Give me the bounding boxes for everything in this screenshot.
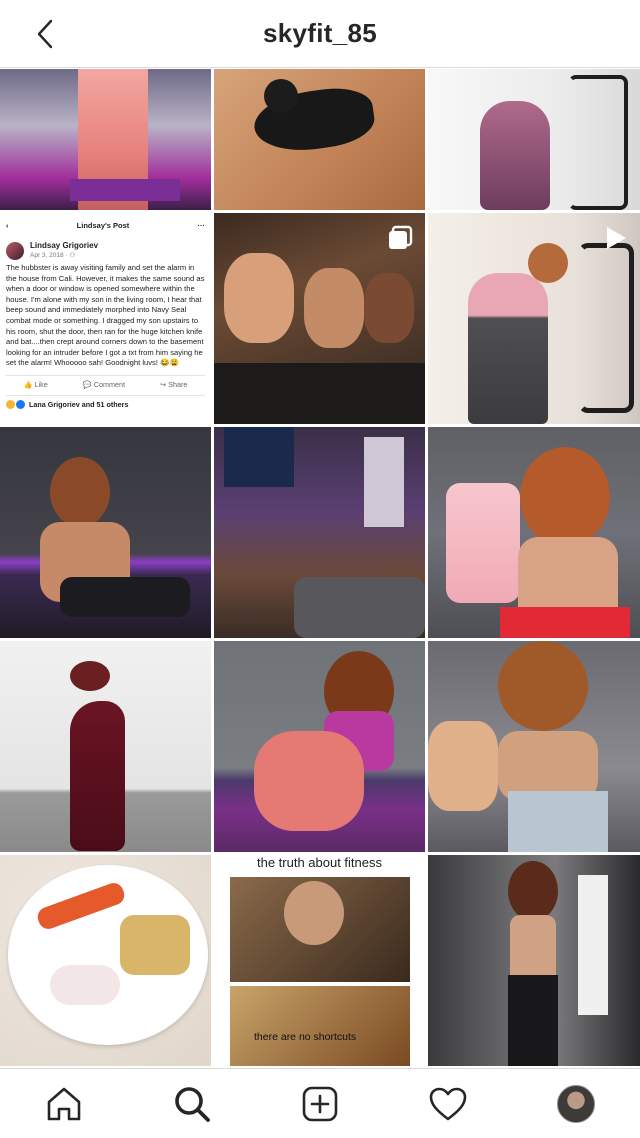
embedded-post-screenshot[interactable]: ‹ Lindsay's Post ··· Lindsay Grigoriev A…: [0, 213, 211, 424]
page-title: skyfit_85: [263, 18, 377, 48]
search-icon: [175, 1086, 210, 1122]
post-header: ‹ Lindsay's Post ···: [6, 219, 205, 233]
photo-elliptical-workout[interactable]: [428, 69, 640, 210]
post-actions: 👍 Like 💬 Comment ↪ Share: [6, 374, 205, 396]
post-comment: 💬 Comment: [82, 379, 125, 389]
meme-top-caption: the truth about fitness: [214, 855, 425, 871]
nav-profile[interactable]: [554, 1082, 598, 1126]
photo-grid: ‹ Lindsay's Post ··· Lindsay Grigoriev A…: [0, 69, 640, 1068]
nav-home[interactable]: [42, 1082, 86, 1126]
video-play-icon: [607, 227, 626, 249]
post-like: 👍 Like: [23, 379, 48, 389]
nav-activity[interactable]: [426, 1082, 470, 1126]
post-share: ↪ Share: [160, 379, 188, 389]
post-more-icon: ···: [197, 220, 205, 230]
photo-pink-leggings[interactable]: [0, 69, 211, 210]
post-body: The hubbster is away visiting family and…: [6, 263, 205, 368]
activity-heart-icon: [429, 1087, 467, 1120]
new-post-icon: [302, 1086, 338, 1121]
photo-side-profile[interactable]: [0, 641, 211, 852]
bottom-nav: [0, 1068, 640, 1138]
post-date: Apr 3, 2018 · ⚇: [30, 252, 76, 259]
photo-mirror-selfie[interactable]: [428, 855, 640, 1066]
post-page-title: Lindsay's Post: [76, 220, 130, 230]
nav-search[interactable]: [170, 1082, 214, 1126]
post-avatar: [6, 241, 24, 260]
photo-sitting-pink[interactable]: [214, 641, 425, 852]
meme-bottom-caption: there are no shortcuts: [254, 1031, 357, 1043]
top-bar: skyfit_85: [0, 0, 640, 68]
post-author-name: Lindsay Grigoriev: [30, 241, 99, 250]
nav-new-post[interactable]: [298, 1082, 342, 1126]
post-reactions: Lana Grigoriev and 51 others: [6, 400, 205, 411]
photo-group-friends[interactable]: [214, 213, 425, 424]
profile-avatar: [557, 1084, 595, 1123]
photo-black-cat[interactable]: [214, 69, 425, 210]
photo-meme[interactable]: the truth about fitness there are no sho…: [214, 855, 425, 1066]
photo-protein-shake[interactable]: [428, 427, 640, 638]
photo-sushi-plate[interactable]: [0, 855, 211, 1066]
photo-yoga-purple-light[interactable]: [0, 427, 211, 638]
photo-living-room[interactable]: [214, 427, 425, 638]
post-back-icon: ‹: [6, 220, 9, 230]
home-icon: [47, 1087, 81, 1120]
photo-peace-sign[interactable]: [428, 641, 640, 852]
photo-elliptical-video[interactable]: [428, 213, 640, 424]
post-author: Lindsay Grigoriev Apr 3, 2018 · ⚇: [6, 241, 205, 260]
carousel-icon: [389, 225, 413, 249]
